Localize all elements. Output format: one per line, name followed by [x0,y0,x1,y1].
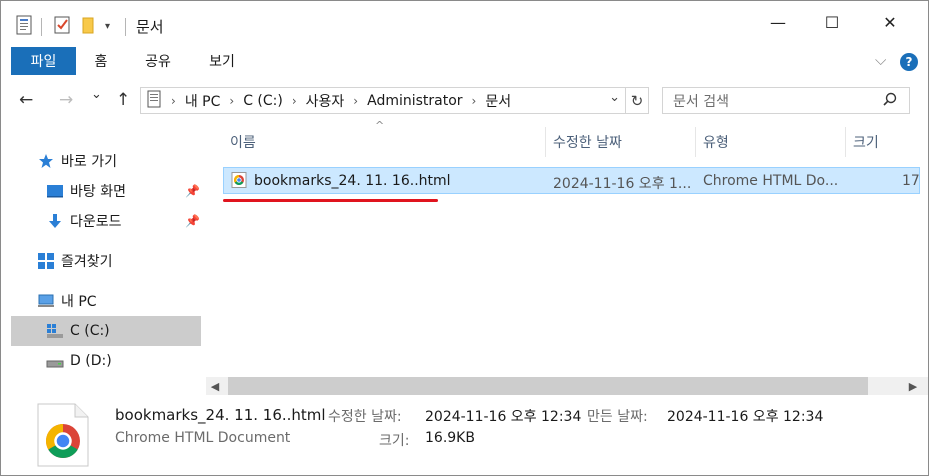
title-bar: ▾ 문서 — ☐ ✕ [1,1,928,43]
explorer-window: ▾ 문서 — ☐ ✕ 파일 홈 공유 보기 ⌵ ? ← → ⌄ ↑ › 내 PC… [0,0,929,476]
nav-label: C (C:) [70,323,110,339]
tab-share[interactable]: 공유 [135,47,181,75]
folder-icon[interactable] [81,16,95,38]
file-type: Chrome HTML Do... [703,173,839,189]
title-divider [125,18,126,36]
maximize-button[interactable]: ☐ [805,1,859,43]
search-input[interactable]: 문서 검색 [662,87,910,114]
scroll-left-icon[interactable]: ◀ [206,377,224,395]
desktop-icon [46,182,64,200]
download-icon [46,212,64,230]
nav-desktop[interactable]: 바탕 화면 📌 [11,176,201,206]
breadcrumb-chevron-icon[interactable]: › [292,94,297,108]
nav-this-pc[interactable]: 내 PC [11,286,201,316]
details-filetype: Chrome HTML Document [115,430,291,446]
nav-favorites[interactable]: 즐겨찾기 [11,246,201,276]
search-placeholder: 문서 검색 [673,93,729,110]
nav-drive-d[interactable]: D (D:) [11,346,201,376]
column-header-modified[interactable]: 수정한 날짜 [546,127,694,157]
file-size: 17 [902,173,920,189]
search-icon [883,92,897,110]
favorites-icon [37,252,55,270]
chrome-document-icon [37,403,89,467]
breadcrumb-documents[interactable]: 문서 [485,91,511,111]
help-icon[interactable]: ? [900,53,918,71]
address-dropdown-chevron-icon[interactable]: ⌄ [609,90,620,105]
refresh-button[interactable]: ↻ [626,87,649,114]
breadcrumb-administrator[interactable]: Administrator [367,93,462,109]
recent-locations-chevron-icon[interactable]: ⌄ [91,87,102,102]
chrome-icon [231,172,247,192]
nav-label: 바로 가기 [61,154,117,170]
nav-label: 즐겨찾기 [61,254,113,270]
breadcrumb-drive-c[interactable]: C (C:) [243,93,283,109]
highlight-underline [223,199,438,202]
nav-downloads[interactable]: 다운로드 📌 [11,206,201,236]
drive-d-icon [46,352,64,370]
refresh-icon: ↻ [630,91,644,110]
scroll-right-icon[interactable]: ▶ [904,377,922,395]
breadcrumb-chevron-icon[interactable]: › [353,94,358,108]
checklist-icon[interactable] [53,15,71,39]
file-modified: 2024-11-16 오후 1... [553,176,692,192]
details-modified-value: 2024-11-16 오후 12:34 [425,409,582,425]
details-modified-label: 수정한 날짜: [328,409,402,425]
details-created-value: 2024-11-16 오후 12:34 [667,409,824,425]
nav-label: 내 PC [61,294,97,310]
up-button[interactable]: ↑ [116,90,130,110]
back-button[interactable]: ← [19,90,33,110]
breadcrumb-chevron-icon[interactable]: › [171,94,176,108]
maximize-icon: ☐ [824,12,840,32]
forward-button[interactable]: → [59,90,73,110]
address-row: ← → ⌄ ↑ › 내 PC › C (C:) › 사용자 › Administ… [1,81,928,121]
ribbon-tabs: 파일 홈 공유 보기 ⌵ ? [1,43,928,79]
minimize-button[interactable]: — [751,1,805,43]
pin-icon[interactable]: 📌 [185,214,200,228]
breadcrumb-chevron-icon[interactable]: › [472,94,477,108]
star-icon [37,152,55,170]
expand-ribbon-chevron-icon[interactable]: ⌵ [875,51,886,69]
minimize-icon: — [770,12,786,32]
column-header-name[interactable]: 이름 [223,127,545,157]
window-title: 문서 [136,18,164,36]
close-button[interactable]: ✕ [863,1,917,43]
address-bar[interactable]: › 내 PC › C (C:) › 사용자 › Administrator › … [140,87,626,114]
scrollbar-thumb[interactable] [228,377,868,395]
qa-divider [41,18,42,36]
column-header-size[interactable]: 크기 [846,127,920,157]
nav-drive-c[interactable]: C (C:) [11,316,201,346]
pin-icon[interactable]: 📌 [185,184,200,198]
details-created-label: 만든 날짜: [587,409,648,425]
details-size-label: 크기: [379,433,410,449]
breadcrumb-pc[interactable]: 내 PC [185,91,221,111]
nav-label: 바탕 화면 [70,184,126,200]
nav-quick-access[interactable]: 바로 가기 [11,146,201,176]
customize-qa-chevron-icon[interactable]: ▾ [105,21,110,32]
properties-icon[interactable] [15,15,33,39]
details-size-value: 16.9KB [425,430,475,446]
nav-label: 다운로드 [70,214,122,230]
pc-icon [37,292,55,310]
tab-view[interactable]: 보기 [199,47,245,75]
documents-icon [147,90,161,112]
tab-home[interactable]: 홈 [83,47,119,75]
drive-c-icon [46,322,64,340]
file-name[interactable]: bookmarks_24. 11. 16..html [254,173,451,189]
close-icon: ✕ [883,12,897,32]
details-filename: bookmarks_24. 11. 16..html [115,406,326,424]
breadcrumb-chevron-icon[interactable]: › [229,94,234,108]
column-header-type[interactable]: 유형 [696,127,844,157]
tab-file[interactable]: 파일 [11,47,76,75]
nav-label: D (D:) [70,353,112,369]
breadcrumb-users[interactable]: 사용자 [306,91,345,111]
